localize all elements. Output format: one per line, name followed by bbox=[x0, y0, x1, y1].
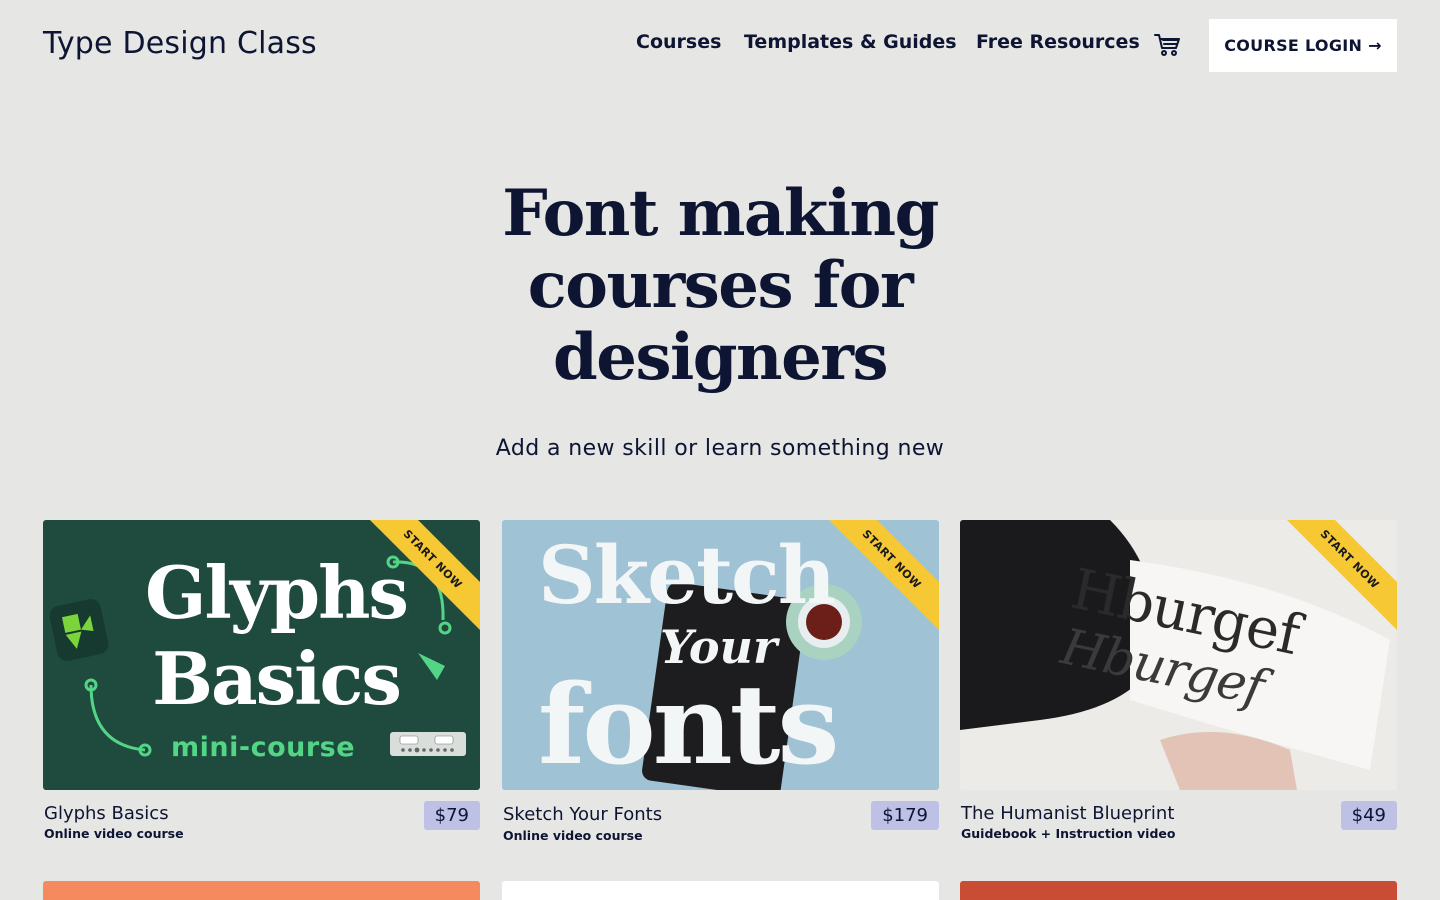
hero-title: Font making courses for designers bbox=[420, 178, 1020, 394]
course-card-next-2[interactable] bbox=[502, 881, 939, 900]
price-badge: $49 bbox=[1340, 801, 1397, 830]
course-card-next-1[interactable] bbox=[43, 881, 480, 900]
course-card-glyphs-basics[interactable]: Glyphs Basics mini-course START NOW Glyp… bbox=[43, 520, 480, 841]
hero-title-line-1: Font making bbox=[502, 176, 939, 251]
course-login-button[interactable]: COURSE LOGIN → bbox=[1209, 19, 1397, 72]
hero-title-line-3: designers bbox=[552, 320, 889, 395]
course-type: Online video course bbox=[44, 826, 184, 841]
course-image-glyphs-basics[interactable]: Glyphs Basics mini-course START NOW bbox=[43, 520, 480, 790]
hero-subtitle: Add a new skill or learn something new bbox=[495, 436, 945, 461]
sketch-art-line-3: fonts bbox=[538, 660, 839, 789]
course-title[interactable]: Sketch Your Fonts bbox=[503, 804, 662, 825]
glyphs-art-tag: mini-course bbox=[171, 732, 356, 763]
sketch-art-line-1: Sketch bbox=[538, 528, 836, 622]
course-card-sketch-your-fonts[interactable]: Sketch Your fonts START NOW Sketch Your … bbox=[502, 520, 939, 843]
nav-templates-guides[interactable]: Templates & Guides bbox=[744, 31, 957, 53]
price-badge: $79 bbox=[423, 801, 480, 830]
hero-title-line-2: courses for bbox=[527, 248, 914, 323]
glyphs-art-line-2: Basics bbox=[152, 636, 402, 721]
nav-courses[interactable]: Courses bbox=[636, 31, 721, 53]
nav-free-resources[interactable]: Free Resources bbox=[976, 31, 1140, 53]
site-logo[interactable]: Type Design Class bbox=[43, 26, 317, 61]
glyphs-art-line-1: Glyphs bbox=[145, 550, 409, 635]
course-card-humanist-blueprint[interactable]: Hburgef Hburgef START NOW The Humanist B… bbox=[960, 520, 1397, 841]
cart-icon[interactable] bbox=[1153, 32, 1183, 58]
course-type: Online video course bbox=[503, 828, 643, 843]
course-image-sketch-your-fonts[interactable]: Sketch Your fonts START NOW bbox=[502, 520, 939, 790]
course-type: Guidebook + Instruction video bbox=[961, 826, 1176, 841]
site-header: Type Design Class Courses Templates & Gu… bbox=[0, 0, 1440, 90]
course-card-next-3[interactable] bbox=[960, 881, 1397, 900]
course-title[interactable]: Glyphs Basics bbox=[44, 803, 169, 824]
glyphs-art-title: Glyphs Basics bbox=[111, 550, 441, 722]
course-title[interactable]: The Humanist Blueprint bbox=[961, 803, 1174, 824]
course-image-humanist-blueprint[interactable]: Hburgef Hburgef START NOW bbox=[960, 520, 1397, 790]
price-badge: $179 bbox=[871, 801, 939, 830]
